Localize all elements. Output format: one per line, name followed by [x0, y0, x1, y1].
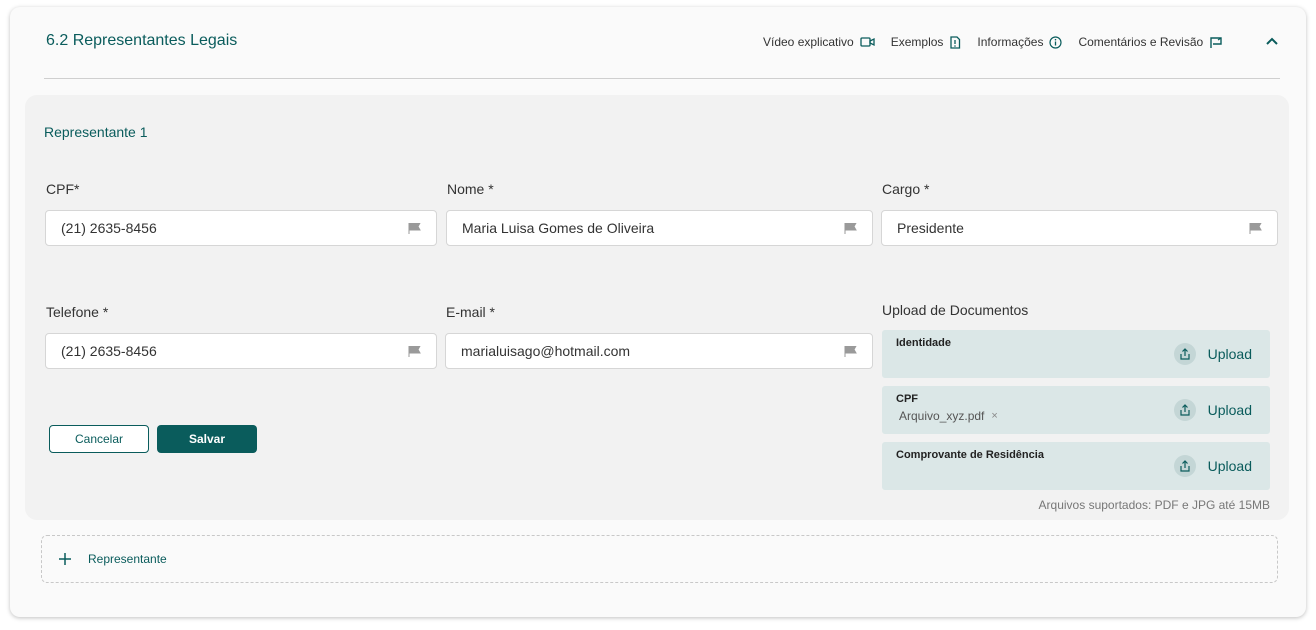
- examples-link[interactable]: Exemplos: [891, 35, 978, 49]
- remove-file-icon[interactable]: ×: [991, 410, 997, 422]
- video-icon: [860, 36, 875, 48]
- document-name: Identidade: [896, 337, 952, 349]
- nome-label: Nome *: [447, 181, 494, 197]
- collapse-section-button[interactable]: [1264, 33, 1280, 49]
- section-title: 6.2 Representantes Legais: [46, 32, 238, 49]
- upload-icon: [1173, 343, 1196, 365]
- upload-identidade: Identidade Upload: [882, 330, 1270, 378]
- telefone-value: (21) 2635-8456: [61, 343, 157, 359]
- cargo-value: Presidente: [897, 220, 964, 236]
- examples-label: Exemplos: [890, 35, 944, 49]
- information-link[interactable]: Informações: [977, 35, 1078, 49]
- plus-icon: [59, 553, 71, 565]
- flag-icon[interactable]: [844, 346, 857, 357]
- upload-button[interactable]: Upload: [1173, 399, 1252, 421]
- info-icon: [1049, 35, 1063, 49]
- document-name: CPF: [896, 393, 918, 405]
- chevron-up-icon: [1266, 37, 1278, 45]
- cancel-button[interactable]: Cancelar: [49, 425, 149, 453]
- video-explanation-label: Vídeo explicativo: [763, 35, 854, 49]
- add-representative-label: Representante: [88, 552, 167, 566]
- attached-file: Arquivo_xyz.pdf ×: [899, 409, 998, 423]
- telefone-label: Telefone *: [46, 304, 109, 320]
- upload-documents-label: Upload de Documentos: [882, 302, 1029, 318]
- header-divider: [44, 78, 1280, 79]
- legal-representatives-card: 6.2 Representantes Legais Vídeo explicat…: [10, 7, 1306, 617]
- cpf-label: CPF*: [46, 181, 80, 197]
- cpf-field[interactable]: (21) 2635-8456: [45, 210, 437, 246]
- file-name: Arquivo_xyz.pdf: [899, 409, 985, 423]
- save-button[interactable]: Salvar: [157, 425, 257, 453]
- nome-field[interactable]: Maria Luisa Gomes de Oliveira: [446, 210, 873, 246]
- upload-label: Upload: [1207, 346, 1252, 362]
- comments-review-link[interactable]: Comentários e Revisão: [1078, 35, 1239, 49]
- representative-title: Representante 1: [44, 124, 148, 140]
- document-icon: [949, 35, 961, 49]
- flag-icon[interactable]: [408, 346, 421, 357]
- flag-icon[interactable]: [844, 223, 857, 234]
- representative-panel: Representante 1 CPF* (21) 2635-8456 Nome…: [25, 95, 1289, 520]
- cpf-value: (21) 2635-8456: [61, 220, 157, 236]
- upload-icon: [1173, 399, 1196, 421]
- email-label: E-mail *: [446, 304, 496, 320]
- upload-button[interactable]: Upload: [1173, 343, 1252, 365]
- email-value: marialuisago@hotmail.com: [461, 343, 631, 359]
- nome-value: Maria Luisa Gomes de Oliveira: [462, 220, 655, 236]
- upload-label: Upload: [1207, 458, 1252, 474]
- telefone-field[interactable]: (21) 2635-8456: [45, 333, 437, 369]
- upload-comprovante-residencia: Comprovante de Residência Upload: [882, 442, 1270, 490]
- flag-icon[interactable]: [1249, 223, 1262, 234]
- add-representative-button[interactable]: Representante: [41, 535, 1278, 583]
- comments-review-label: Comentários e Revisão: [1078, 35, 1204, 49]
- document-name: Comprovante de Residência: [896, 449, 1044, 461]
- upload-cpf: CPF Arquivo_xyz.pdf × Upload: [882, 386, 1270, 434]
- header-actions: Vídeo explicativo Exemplos Informações C…: [763, 35, 1239, 49]
- supported-files-note: Arquivos suportados: PDF e JPG até 15MB: [1038, 498, 1270, 512]
- upload-button[interactable]: Upload: [1173, 455, 1252, 477]
- upload-label: Upload: [1207, 402, 1252, 418]
- video-explanation-link[interactable]: Vídeo explicativo: [763, 35, 891, 49]
- cargo-label: Cargo *: [882, 181, 930, 197]
- information-label: Informações: [977, 35, 1044, 49]
- upload-icon: [1173, 455, 1196, 477]
- email-field[interactable]: marialuisago@hotmail.com: [445, 333, 873, 369]
- flag-icon[interactable]: [408, 223, 421, 234]
- cargo-field[interactable]: Presidente: [881, 210, 1278, 246]
- comment-flag-icon: [1209, 36, 1223, 49]
